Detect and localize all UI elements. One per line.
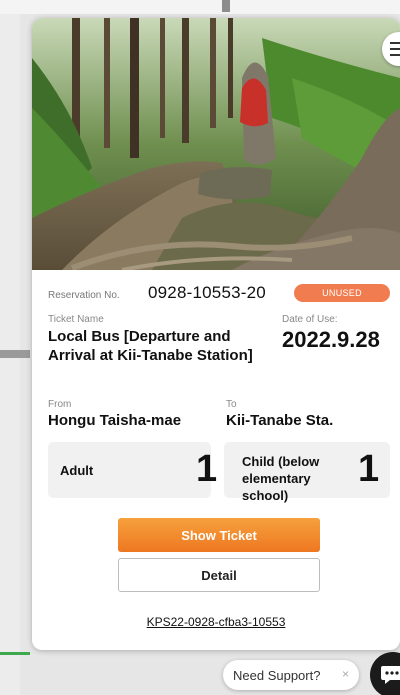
hamburger-icon <box>390 42 400 44</box>
reservation-number: 0928-10553-20 <box>148 283 266 302</box>
ticket-card: Reservation No. 0928-10553-20 UNUSED Tic… <box>32 18 400 650</box>
date-of-use: 2022.9.28 <box>282 327 380 352</box>
fare-label: Child (below elementary school) <box>242 454 320 503</box>
decor-bar <box>0 350 30 358</box>
chat-button[interactable] <box>370 652 400 695</box>
hamburger-icon <box>390 54 400 56</box>
hamburger-icon <box>390 48 400 50</box>
ticket-name-label: Ticket Name <box>48 314 104 325</box>
fare-adult: Adult 1 <box>48 442 217 498</box>
ticket-code-link[interactable]: KPS22-0928-cfba3-10553 <box>32 615 400 629</box>
background-top <box>0 0 400 14</box>
chat-bubble-icon <box>381 666 400 684</box>
fare-count: 1 <box>196 448 218 490</box>
ticket-code[interactable]: KPS22-0928-cfba3-10553 <box>147 615 286 629</box>
date-of-use-label: Date of Use: <box>282 314 338 325</box>
support-prompt[interactable]: Need Support? × <box>223 660 359 690</box>
ticket-name: Local Bus [Departure and Arrival at Kii-… <box>48 328 253 364</box>
decor-bar <box>222 0 230 12</box>
show-ticket-button[interactable]: Show Ticket <box>118 518 320 552</box>
fare-count: 1 <box>358 448 380 490</box>
from-label: From <box>48 399 72 410</box>
to-station: Kii-Tanabe Sta. <box>226 412 334 429</box>
from-station: Hongu Taisha-mae <box>48 412 182 429</box>
fare-child: Child (below elementary school) 1 <box>224 442 390 503</box>
support-label[interactable]: Need Support? <box>233 668 320 683</box>
decor-line <box>0 652 30 655</box>
status-badge: UNUSED <box>294 284 390 302</box>
forest-trail-photo <box>32 18 400 270</box>
detail-button[interactable]: Detail <box>118 558 320 592</box>
to-label: To <box>226 399 237 410</box>
fare-label: Adult <box>60 463 94 478</box>
reservation-label: Reservation No. <box>48 290 120 301</box>
close-icon[interactable]: × <box>342 667 349 681</box>
background-edge <box>0 0 20 695</box>
